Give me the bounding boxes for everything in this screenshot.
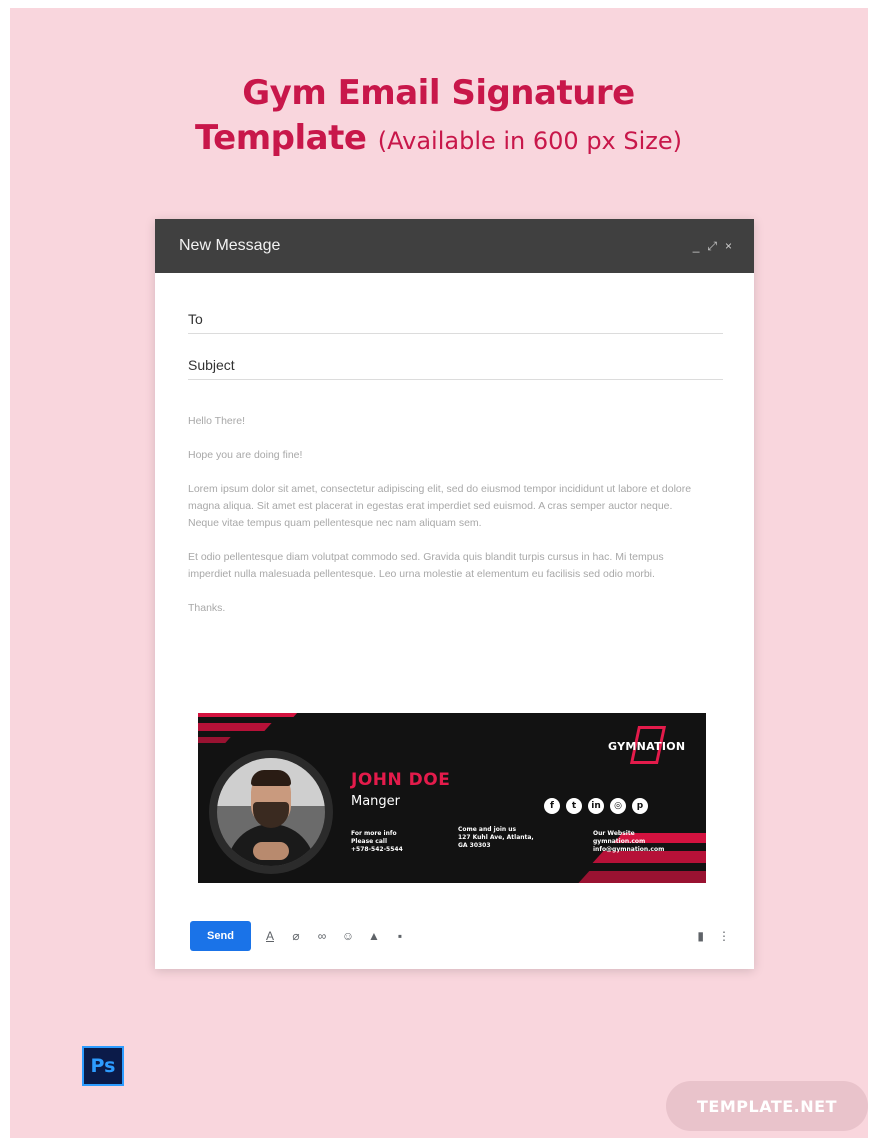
email-signature-banner: JOHN DOE Manger GYMNATION f t in ◎ p For…: [198, 713, 706, 883]
drive-icon[interactable]: ▲: [367, 929, 381, 943]
decor-stripe: [198, 713, 303, 717]
minimize-icon[interactable]: _: [693, 239, 700, 254]
decor-stripe: [198, 737, 231, 743]
website-link[interactable]: gymnation.com: [593, 838, 664, 846]
compose-toolbar: Send A ⌀ ∞ ☺ ▲ ▪ ▮ ⋮: [190, 921, 730, 951]
contact-label: Please call: [351, 838, 388, 845]
contact-label: Our Website: [593, 830, 635, 837]
avatar: [217, 758, 325, 866]
formatting-tools: A ⌀ ∞ ☺ ▲ ▪: [263, 929, 407, 943]
contact-label: Come and join us: [458, 826, 517, 833]
headline-line-1: Gym Email Signature: [242, 73, 635, 113]
contact-phone: +578-542-5544: [351, 846, 403, 853]
message-body[interactable]: Hello There! Hope you are doing fine! Lo…: [188, 413, 700, 634]
contact-address: 127 Kuhl Ave, Atlanta,: [458, 834, 534, 841]
twitter-icon[interactable]: t: [566, 798, 582, 814]
social-links: f t in ◎ p: [544, 798, 648, 814]
instagram-icon[interactable]: ◎: [610, 798, 626, 814]
body-paragraph: Lorem ipsum dolor sit amet, consectetur …: [188, 483, 692, 529]
headline-template-word: Template: [194, 118, 367, 158]
headline-size-note: (Available in 600 px Size): [377, 127, 683, 155]
contact-address-block: Come and join us 127 Kuhl Ave, Atlanta, …: [458, 826, 534, 850]
template-net-watermark: TEMPLATE.NET: [666, 1081, 868, 1131]
expand-icon[interactable]: ⤢: [707, 239, 717, 254]
facebook-icon[interactable]: f: [544, 798, 560, 814]
contact-phone-block: For more info Please call +578-542-5544: [351, 830, 403, 854]
contact-label: For more info: [351, 830, 397, 837]
more-options-icon[interactable]: ⋮: [718, 929, 730, 943]
pinterest-icon[interactable]: p: [632, 798, 648, 814]
photo-icon[interactable]: ▪: [393, 929, 407, 943]
headline-line-2: Template (Available in 600 px Size): [0, 116, 877, 163]
photoshop-badge: Ps: [82, 1046, 124, 1086]
body-paragraph: Et odio pellentesque diam volutpat commo…: [188, 551, 664, 580]
compose-title: New Message: [179, 237, 281, 254]
toolbar-right: ▮ ⋮: [697, 929, 730, 943]
compose-window: New Message _ ⤢ × To Subject Hello There…: [155, 219, 754, 969]
emoji-icon[interactable]: ☺: [341, 929, 355, 943]
contact-address: GA 30303: [458, 842, 491, 849]
format-text-icon[interactable]: A: [263, 929, 277, 943]
subject-field[interactable]: Subject: [188, 350, 723, 380]
to-label: To: [188, 310, 203, 327]
gym-logo-text: GYMNATION: [608, 740, 686, 753]
email-link[interactable]: info@gymnation.com: [593, 846, 664, 854]
linkedin-icon[interactable]: in: [588, 798, 604, 814]
signature-name: JOHN DOE: [351, 770, 451, 790]
subject-label: Subject: [188, 356, 235, 373]
decor-stripe: [198, 723, 272, 731]
link-icon[interactable]: ∞: [315, 929, 329, 943]
decor-stripe: [576, 871, 706, 883]
compose-header: New Message _ ⤢ ×: [155, 219, 754, 273]
to-field[interactable]: To: [188, 304, 723, 334]
signature-role: Manger: [351, 794, 401, 809]
attach-icon[interactable]: ⌀: [289, 929, 303, 943]
subject-input[interactable]: [244, 356, 723, 373]
contact-web-block: Our Website gymnation.com info@gymnation…: [593, 830, 664, 854]
to-input[interactable]: [212, 310, 723, 327]
page-headline: Gym Email Signature Template (Available …: [0, 72, 877, 163]
close-icon[interactable]: ×: [725, 239, 732, 254]
body-line: Hope you are doing fine!: [188, 449, 303, 461]
window-controls: _ ⤢ ×: [693, 239, 732, 254]
body-greeting: Hello There!: [188, 415, 246, 427]
trash-icon[interactable]: ▮: [697, 929, 704, 943]
send-button[interactable]: Send: [190, 921, 251, 951]
body-closing: Thanks.: [188, 602, 226, 614]
